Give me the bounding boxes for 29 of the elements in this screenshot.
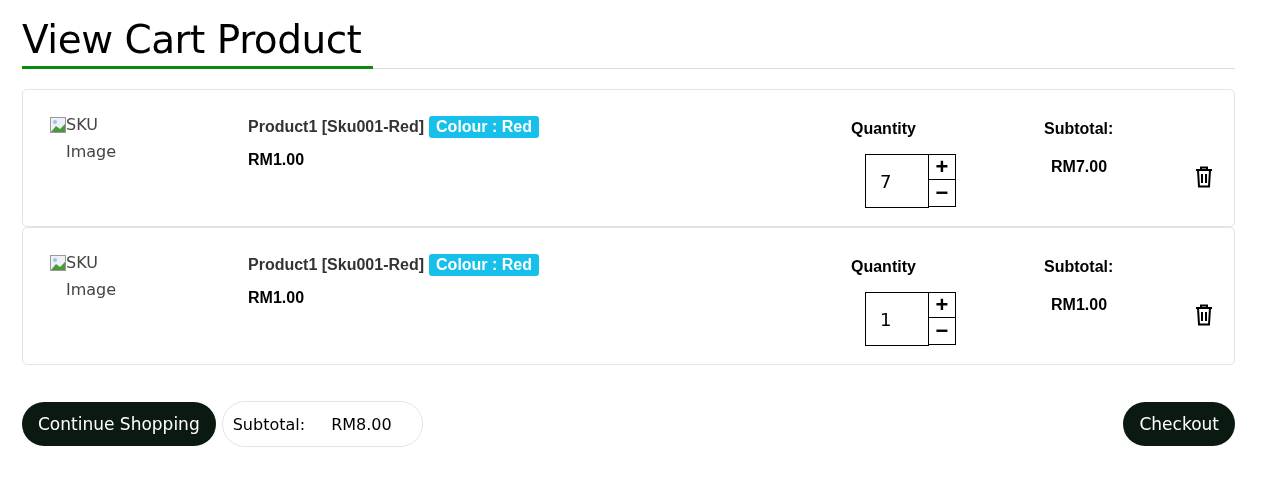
quantity-field[interactable]: 1 <box>865 292 929 346</box>
variant-tag: Colour : Red <box>429 116 540 138</box>
subtotal-value: RM7.00 <box>1051 158 1109 176</box>
image-alt-text: SKU Image <box>66 252 118 301</box>
product-name: Product1 [Sku001-Red] <box>248 256 425 274</box>
subtotal-label: Subtotal: <box>1044 119 1115 138</box>
product-price: RM1.00 <box>248 289 306 307</box>
quantity-label: Quantity <box>851 119 917 138</box>
subtotal-value: RM1.00 <box>1051 296 1109 314</box>
trash-icon[interactable] <box>1194 304 1214 326</box>
trash-icon[interactable] <box>1194 166 1214 188</box>
variant-tag: Colour : Red <box>429 254 540 276</box>
product-name: Product1 [Sku001-Red] <box>248 118 425 136</box>
increase-button[interactable]: + <box>929 292 956 318</box>
product-price: RM1.00 <box>248 151 306 169</box>
subtotal-label: Subtotal: <box>1044 257 1115 276</box>
quantity-field[interactable]: 7 <box>865 154 929 208</box>
image-alt-text: SKU Image <box>66 114 118 163</box>
total-value: RM8.00 <box>331 414 392 434</box>
broken-image-icon <box>50 255 66 271</box>
broken-image-icon <box>50 117 66 133</box>
quantity-label: Quantity <box>851 257 917 276</box>
decrease-button[interactable]: − <box>929 318 956 345</box>
checkout-button[interactable]: Checkout <box>1123 402 1235 446</box>
total-label: Subtotal: <box>232 414 306 434</box>
increase-button[interactable]: + <box>929 154 956 180</box>
decrease-button[interactable]: − <box>929 180 956 207</box>
continue-shopping-button[interactable]: Continue Shopping <box>22 402 216 446</box>
page-title: View Cart Product <box>22 14 374 69</box>
